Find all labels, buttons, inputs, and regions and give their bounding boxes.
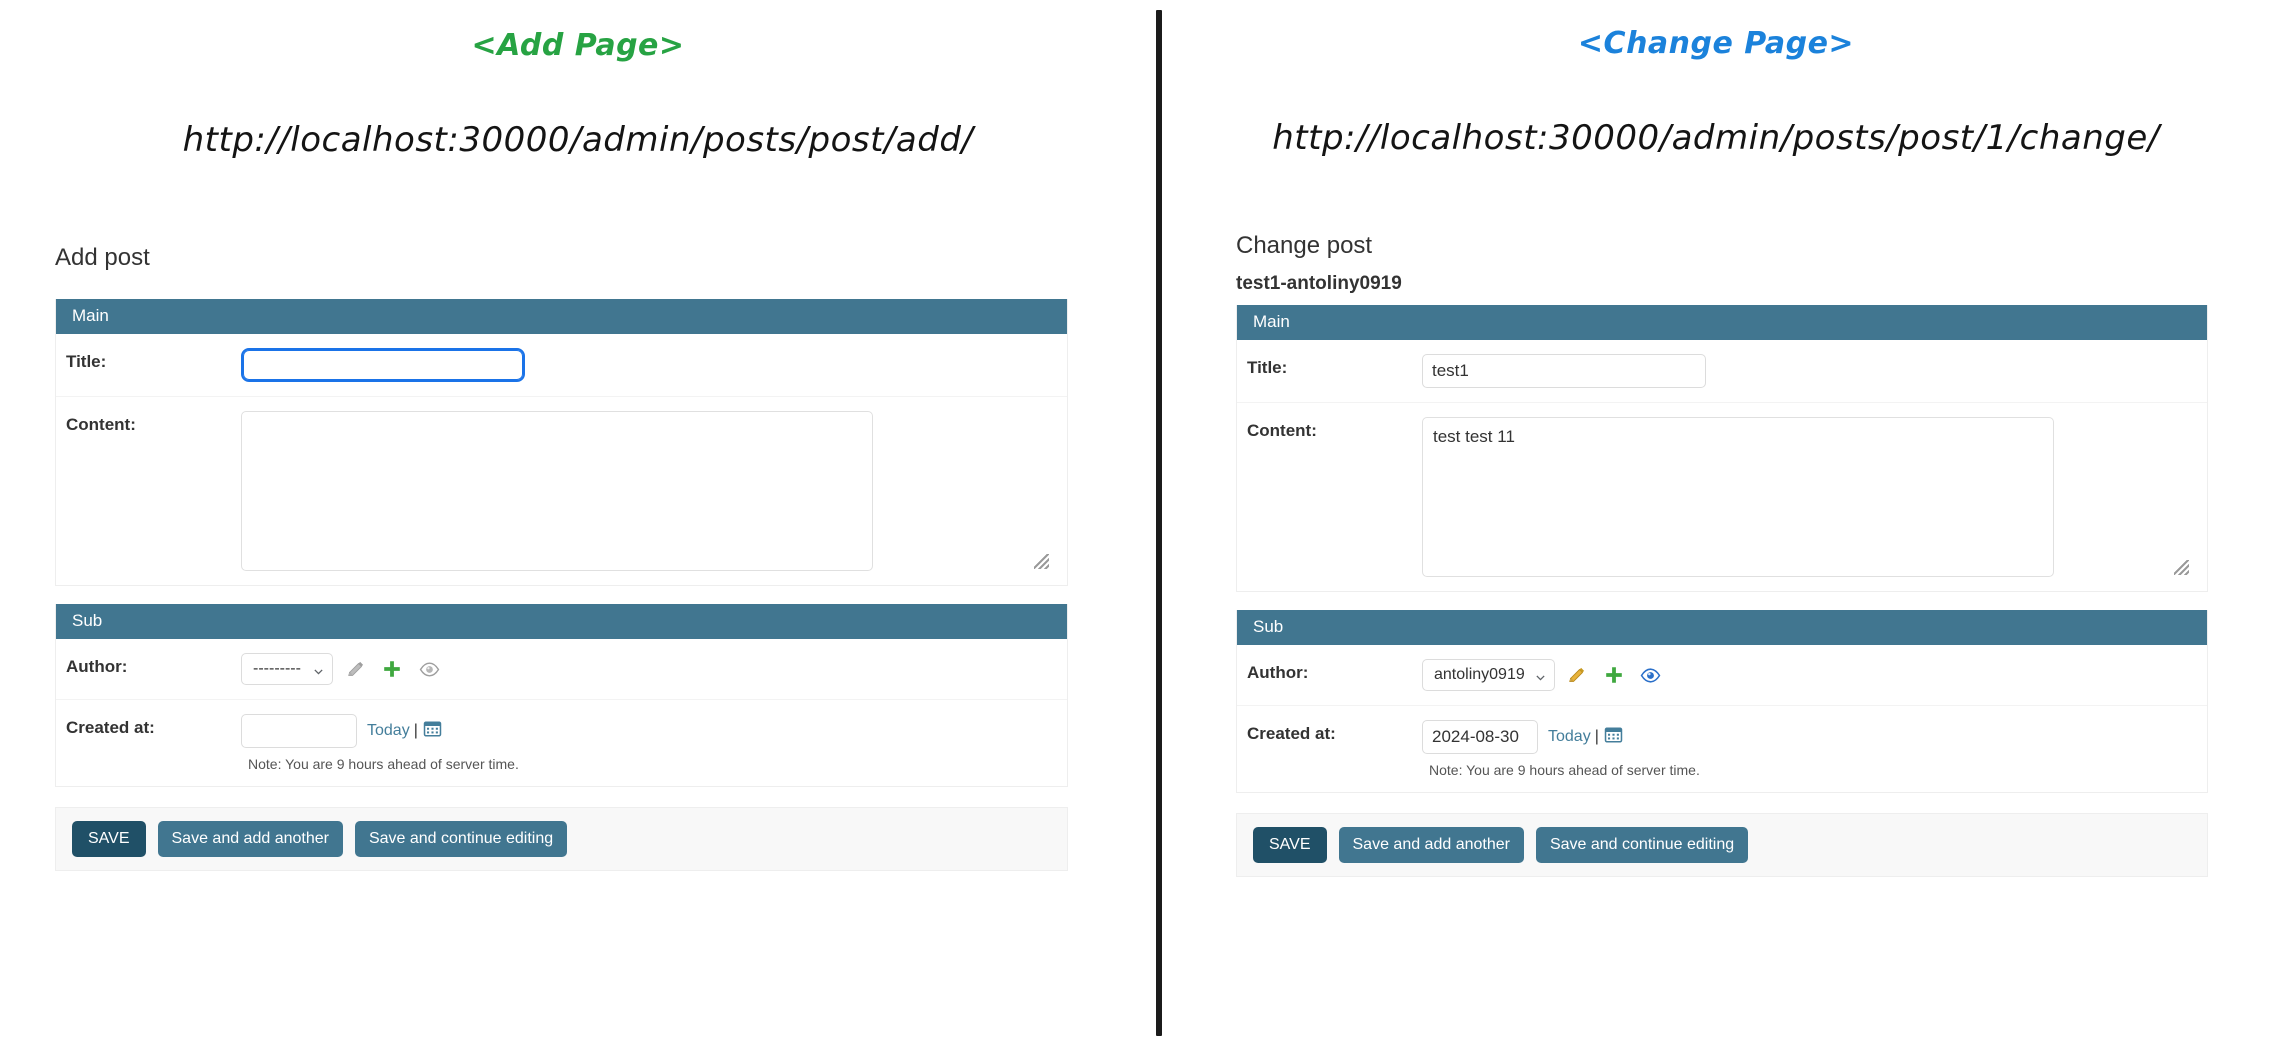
label-author: Author: [66,657,128,677]
label-created-at: Created at: [1247,724,1336,744]
add-page-url-annotation: http://localhost:30000/admin/posts/post/… [182,120,974,160]
resize-grip-icon[interactable] [1034,554,1049,570]
fieldset-main: Main Title: Content: [55,299,1068,587]
fieldset-gap [1236,592,2208,611]
save-and-continue-editing-button[interactable]: Save and continue editing [1535,827,1749,863]
label-created-at: Created at: [66,718,155,738]
add-post-form: Add post Main Title: Content: Sub Author… [55,244,1068,871]
title-input[interactable] [1422,354,1706,389]
separator-pipe: | [1594,728,1599,746]
form-row-title: Title: [1237,340,2207,404]
pencil-icon[interactable] [340,655,370,683]
eye-icon[interactable] [414,655,444,683]
fieldset-legend-sub: Sub [56,604,1067,640]
submit-row: SAVE Save and add another Save and conti… [55,807,1068,871]
page-title: Add post [55,244,150,271]
comparison-screenshot: <Add Page> http://localhost:30000/admin/… [0,0,2270,1061]
form-row-author: Author: --------- [56,639,1067,701]
resize-grip-icon[interactable] [2174,560,2189,576]
timezone-note: Note: You are 9 hours ahead of server ti… [1429,762,1700,779]
page-title: Change post [1236,232,1373,259]
form-row-content: Content: [56,397,1067,586]
label-title: Title: [66,352,107,372]
label-content: Content: [66,415,136,435]
save-and-add-another-button[interactable]: Save and add another [157,821,343,857]
chevron-down-icon [313,664,324,675]
fieldset-main: Main Title: Content: test test 11 [1236,305,2208,593]
save-button[interactable]: SAVE [72,821,146,857]
author-select[interactable]: antoliny0919 [1422,659,1555,692]
change-post-form: Change post test1-antoliny0919 Main Titl… [1236,232,2208,877]
save-button[interactable]: SAVE [1253,827,1327,863]
label-content: Content: [1247,421,1317,441]
calendar-icon[interactable] [423,719,442,743]
form-row-content: Content: test test 11 [1237,403,2207,592]
save-and-add-another-button[interactable]: Save and add another [1338,827,1524,863]
author-select-value: antoliny0919 [1434,666,1525,684]
title-input[interactable] [241,348,525,383]
fieldset-gap [55,586,1068,605]
fieldset-sub: Sub Author: --------- Created at: Today … [55,604,1068,788]
form-row-created-at: Created at: Today | [1237,706,2207,793]
fieldset-legend-main: Main [1237,305,2207,341]
form-row-title: Title: [56,334,1067,398]
chevron-down-icon [1535,670,1546,681]
fieldset-sub: Sub Author: antoliny0919 Created at: 202… [1236,610,2208,794]
change-page-url-annotation: http://localhost:30000/admin/posts/post/… [1272,118,2160,158]
content-textarea[interactable] [241,411,873,572]
change-page-annotation-title: <Change Page> [1577,26,1855,61]
calendar-icon[interactable] [1604,725,1623,749]
author-select-value: --------- [253,660,301,678]
fieldset-legend-main: Main [56,299,1067,335]
add-page-annotation-title: <Add Page> [471,28,685,63]
separator-pipe: | [413,722,418,740]
fieldset-legend-sub: Sub [1237,610,2207,646]
object-name: test1-antoliny0919 [1236,273,1402,295]
timezone-note: Note: You are 9 hours ahead of server ti… [248,756,519,773]
plus-icon[interactable] [1599,661,1629,689]
content-textarea[interactable]: test test 11 [1422,417,2054,578]
form-row-author: Author: antoliny0919 [1237,645,2207,707]
save-and-continue-editing-button[interactable]: Save and continue editing [354,821,568,857]
created-at-date-input[interactable] [1422,720,1538,755]
pencil-icon[interactable] [1562,661,1592,689]
form-row-created-at: Created at: Today | [56,700,1067,787]
created-at-date-input[interactable] [241,714,357,749]
today-link[interactable]: Today [1548,728,1591,746]
submit-row: SAVE Save and add another Save and conti… [1236,813,2208,877]
label-author: Author: [1247,663,1309,683]
plus-icon[interactable] [377,655,407,683]
panel-divider [1156,10,1162,1036]
author-select[interactable]: --------- [241,653,333,686]
today-link[interactable]: Today [367,722,410,740]
label-title: Title: [1247,358,1288,378]
eye-icon[interactable] [1636,661,1666,689]
